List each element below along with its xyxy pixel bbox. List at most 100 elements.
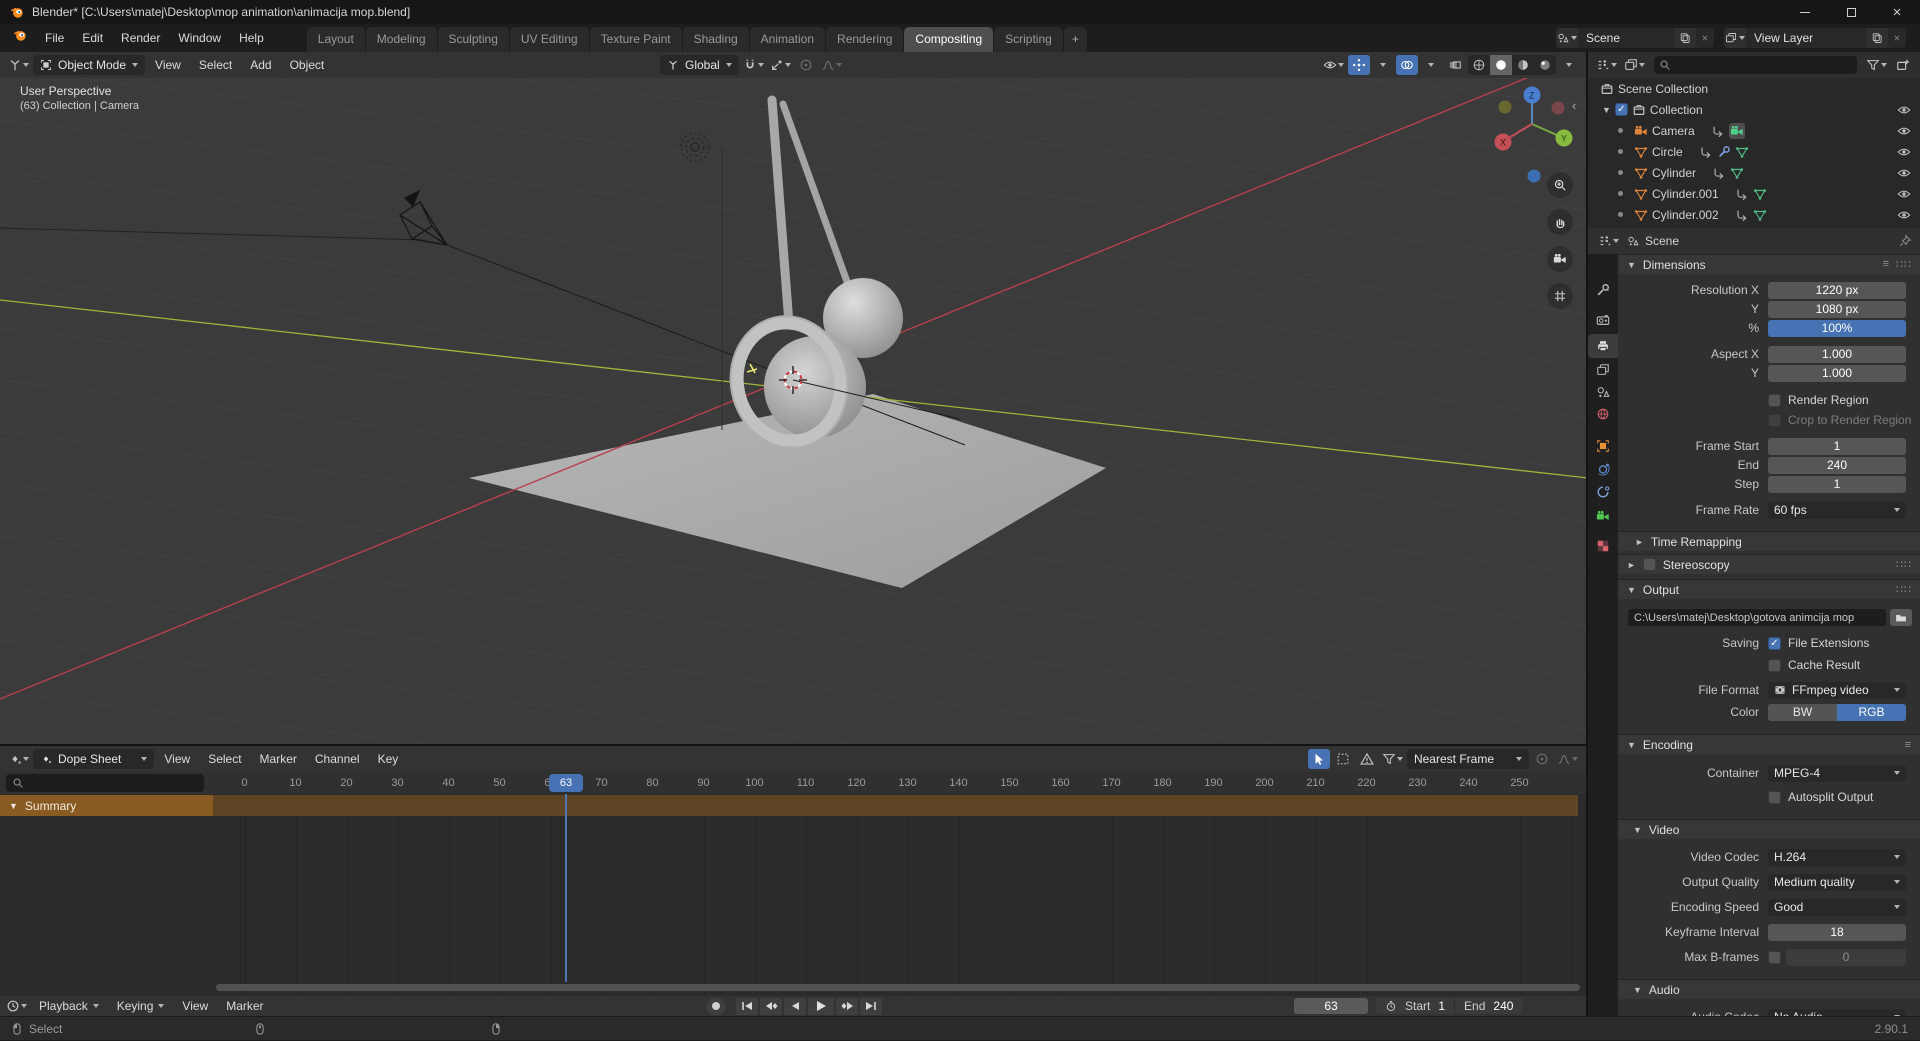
dope-menu-channel[interactable]: Channel (307, 752, 368, 766)
scene-name[interactable]: Scene (1578, 31, 1674, 45)
tab-constraint-properties[interactable] (1588, 480, 1618, 504)
tab-tool-properties[interactable] (1588, 278, 1618, 302)
tab-physics-properties[interactable] (1588, 457, 1618, 481)
warning-filter-icon[interactable] (1356, 749, 1378, 769)
eye-icon[interactable] (1897, 166, 1911, 180)
shading-dropdown-icon[interactable] (1558, 55, 1580, 75)
outliner-row-camera[interactable]: Camera (1588, 120, 1920, 141)
file-format-dropdown[interactable]: FFmpeg video (1768, 681, 1906, 699)
video-codec-dropdown[interactable]: H.264 (1768, 848, 1906, 866)
tab-shading[interactable]: Shading (682, 27, 749, 52)
frame-step-field[interactable]: 1 (1768, 475, 1906, 493)
tab-layout[interactable]: Layout (306, 27, 365, 52)
panel-time-remapping[interactable]: ► Time Remapping (1618, 531, 1920, 551)
shading-solid-icon[interactable] (1490, 55, 1512, 75)
aspect-y-field[interactable]: 1.000 (1768, 364, 1906, 382)
tab-scripting[interactable]: Scripting (994, 27, 1063, 52)
next-keyframe-button[interactable] (836, 997, 858, 1015)
dope-editor-type-icon[interactable] (6, 749, 31, 769)
tab-render-properties[interactable] (1588, 308, 1618, 332)
summary-channel[interactable]: ▼ Summary (0, 795, 213, 816)
mop-head-sphere[interactable] (764, 336, 866, 438)
proportional-editing-button[interactable] (795, 55, 817, 75)
channel-region[interactable] (0, 794, 213, 996)
eye-icon[interactable] (1897, 124, 1911, 138)
disclosure-triangle[interactable]: ▼ (1602, 105, 1611, 115)
viewport-menu-select[interactable]: Select (191, 58, 240, 72)
gizmos-toggle-icon[interactable] (1348, 55, 1370, 75)
close-button[interactable]: × (1874, 0, 1920, 24)
animation-icon[interactable] (1699, 145, 1713, 159)
tab-texture-properties[interactable] (1588, 534, 1618, 558)
jump-to-end-button[interactable] (860, 997, 882, 1015)
animation-icon[interactable] (1735, 187, 1749, 201)
transform-orientation-dropdown[interactable]: Global (660, 55, 739, 75)
pan-hand-icon[interactable] (1547, 209, 1573, 235)
zoom-tool-icon[interactable] (1547, 172, 1573, 198)
mesh-data-icon[interactable] (1735, 145, 1749, 159)
tab-world-properties[interactable] (1588, 402, 1618, 426)
tab-rendering[interactable]: Rendering (826, 27, 904, 52)
mesh-data-icon[interactable] (1753, 208, 1767, 222)
menu-window[interactable]: Window (169, 28, 230, 48)
frame-rate-dropdown[interactable]: 60 fps (1768, 501, 1906, 519)
remove-view-layer-icon[interactable]: × (1888, 28, 1906, 48)
collection-checkbox[interactable]: ✓ (1614, 103, 1628, 116)
scene-icon[interactable] (1556, 28, 1578, 48)
overlays-dropdown-icon[interactable] (1420, 55, 1442, 75)
stereoscopy-checkbox[interactable] (1642, 558, 1656, 571)
timeline-editor-type-icon[interactable] (4, 996, 29, 1016)
jump-to-start-button[interactable] (736, 997, 758, 1015)
proportional-falloff-button[interactable] (819, 55, 844, 75)
outliner-row-cylinder-002[interactable]: Cylinder.002 (1588, 204, 1920, 225)
keyframe-interval-field[interactable]: 18 (1768, 923, 1906, 941)
sidebar-collapse-arrow[interactable]: ‹ (1572, 98, 1576, 113)
snap-target-button[interactable] (768, 55, 793, 75)
pin-icon[interactable] (1898, 234, 1912, 248)
channel-search-input[interactable] (6, 774, 204, 792)
camera-view-icon[interactable] (1547, 246, 1573, 272)
current-frame-badge[interactable]: 63 (549, 774, 583, 792)
encoding-speed-dropdown[interactable]: Good (1768, 898, 1906, 916)
autosplit-checkbox[interactable] (1768, 790, 1781, 804)
outliner-row-collection[interactable]: ▼ ✓ Collection (1588, 99, 1920, 120)
view-layer-icon[interactable] (1724, 28, 1746, 48)
gizmo-neg-axis[interactable] (1551, 101, 1565, 115)
horizontal-scrollbar[interactable] (216, 984, 1580, 991)
viewport-canvas[interactable]: Z Y X (0, 78, 1588, 746)
eye-icon[interactable] (1897, 103, 1911, 117)
outliner-filter-view-icon[interactable] (1622, 55, 1647, 75)
eye-icon[interactable] (1897, 208, 1911, 222)
viewport-menu-object[interactable]: Object (282, 58, 333, 72)
modifier-wrench-icon[interactable] (1717, 145, 1731, 159)
tab-output-properties[interactable] (1588, 334, 1618, 358)
file-extensions-checkbox[interactable]: ✓ (1768, 636, 1781, 650)
tab-compositing[interactable]: Compositing (904, 27, 994, 52)
panel-stereoscopy[interactable]: ► Stereoscopy ∷∷ (1618, 554, 1920, 574)
color-rgb-button[interactable]: RGB (1837, 703, 1906, 721)
animation-icon[interactable] (1735, 208, 1749, 222)
shading-material-icon[interactable] (1512, 55, 1534, 75)
panel-dimensions[interactable]: ▼ Dimensions ≡ ∷∷ (1618, 254, 1920, 274)
tab-camera-data-properties[interactable] (1588, 504, 1618, 528)
dope-mode-dropdown[interactable]: Dope Sheet (33, 749, 155, 769)
outliner-filter-icon[interactable] (1864, 55, 1889, 75)
resolution-y-field[interactable]: 1080 px (1768, 300, 1906, 318)
crop-render-region-checkbox[interactable] (1768, 413, 1781, 427)
viewport-menu-add[interactable]: Add (242, 58, 279, 72)
color-bw-button[interactable]: BW (1768, 703, 1837, 721)
dope-menu-marker[interactable]: Marker (252, 752, 305, 766)
frame-end-input[interactable]: End 240 (1455, 998, 1523, 1014)
current-frame-field[interactable]: 63 (1294, 998, 1368, 1014)
panel-video[interactable]: ▼ Video (1618, 819, 1920, 839)
snap-mode-dropdown[interactable]: Nearest Frame (1406, 749, 1529, 769)
container-dropdown[interactable]: MPEG-4 (1768, 764, 1906, 782)
frame-start-field[interactable]: 1 (1768, 437, 1906, 455)
resolution-x-field[interactable]: 1220 px (1768, 281, 1906, 299)
output-path-field[interactable]: C:\Users\matej\Desktop\gotova animcija m… (1628, 609, 1886, 626)
gizmos-dropdown-icon[interactable] (1372, 55, 1394, 75)
record-button[interactable] (706, 997, 726, 1015)
overlays-toggle-icon[interactable] (1396, 55, 1418, 75)
previous-keyframe-button[interactable] (760, 997, 782, 1015)
maximize-button[interactable] (1828, 0, 1874, 24)
